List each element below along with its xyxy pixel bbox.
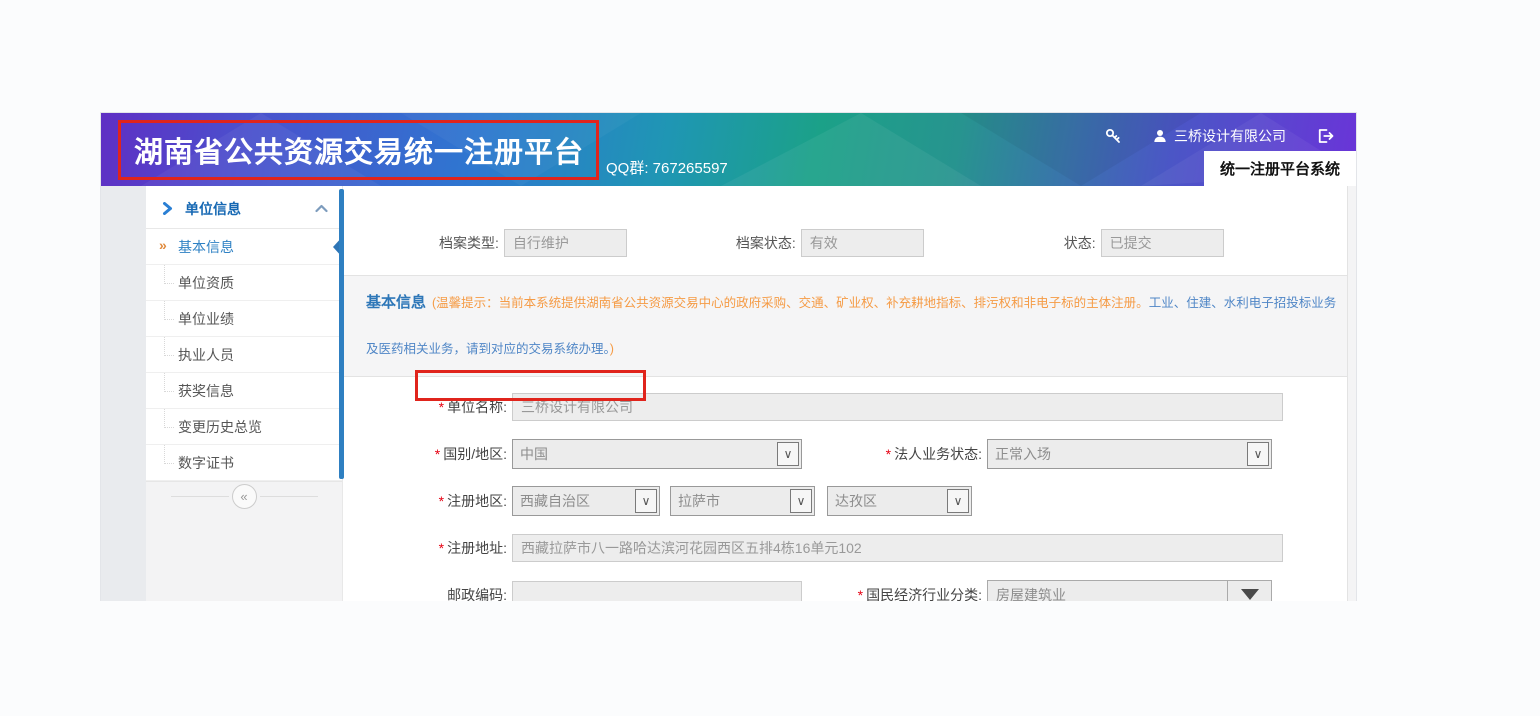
left-gutter [101,186,146,601]
sidebar-item-awards[interactable]: 获奖信息 [146,373,342,409]
chevron-down-icon: ∨ [947,489,969,513]
industry-label: 国民经济行业分类: [866,587,982,602]
unit-name-row: *单位名称: 三桥设计有限公司 [343,383,1356,430]
user-account-chip[interactable]: 三桥设计有限公司 [1152,126,1286,146]
chevron-down-icon: ∨ [777,442,799,466]
registered-address-label: 注册地址: [447,540,507,556]
archive-status-value: 有效 [801,229,924,257]
country-select[interactable]: 中国 ∨ [512,439,802,469]
sidebar-group-unit-info[interactable]: 单位信息 [146,189,342,229]
legal-status-label: 法人业务状态: [894,446,982,462]
sidebar: 单位信息 » 基本信息 单位资质 单位业绩 执业人员 [146,186,342,601]
chevron-down-icon: ∨ [635,489,657,513]
required-asterisk: * [439,493,444,509]
basic-info-form: *单位名称: 三桥设计有限公司 *国别/地区: 中国 ∨ *法人业务状态: 正常… [343,377,1356,601]
archive-status-label: 档案状态: [736,229,796,257]
archive-type-label: 档案类型: [439,229,499,257]
notice-text-orange: (温馨提示：当前本系统提供湖南省公共资源交易中心的政府采购、交通、矿业权、补充耕… [432,296,1149,310]
sidebar-item-change-history[interactable]: 变更历史总览 [146,409,342,445]
required-asterisk: * [858,587,863,602]
sidebar-item-label: 变更历史总览 [178,417,262,437]
sidebar-item-label: 单位业绩 [178,309,234,329]
required-asterisk: * [439,540,444,556]
logout-icon[interactable] [1316,127,1334,145]
content-scrollbar[interactable] [1347,186,1356,601]
required-asterisk: * [435,446,440,462]
registered-area-label: 注册地区: [447,493,507,509]
sidebar-item-basic-info[interactable]: » 基本信息 [146,229,342,265]
province-select[interactable]: 西藏自治区 ∨ [512,486,660,516]
industry-select[interactable]: 房屋建筑业 [987,580,1272,602]
sidebar-group-title: 单位信息 [185,199,241,219]
sidebar-item-label: 执业人员 [178,345,234,365]
required-asterisk: * [439,399,444,415]
sidebar-item-label: 获奖信息 [178,381,234,401]
page-title: 湖南省公共资源交易统一注册平台 [134,129,584,171]
sidebar-item-label: 单位资质 [178,273,234,293]
sidebar-item-unit-performance[interactable]: 单位业绩 [146,301,342,337]
chevron-up-icon[interactable] [315,204,328,213]
sidebar-menu: » 基本信息 单位资质 单位业绩 执业人员 获奖信息 变更历史总览 [146,229,342,481]
qq-group-label: QQ群: 767265597 [606,157,728,178]
sidebar-scrollbar[interactable] [339,189,344,479]
archive-type-value: 自行维护 [504,229,627,257]
chevron-right-icon [162,202,173,215]
legal-status-select[interactable]: 正常入场 ∨ [987,439,1272,469]
user-icon [1152,128,1168,144]
status-value: 已提交 [1101,229,1224,257]
postal-code-input[interactable] [512,581,802,602]
archive-meta-row: 档案类型: 自行维护 档案状态: 有效 状态: 已提交 [343,186,1356,275]
sidebar-item-label: 数字证书 [178,453,234,473]
district-select[interactable]: 达孜区 ∨ [827,486,972,516]
sidebar-item-unit-qualification[interactable]: 单位资质 [146,265,342,301]
notice-close-paren: ) [610,342,614,356]
unit-name-input[interactable]: 三桥设计有限公司 [512,393,1283,421]
status-label: 状态: [1064,229,1096,257]
city-select[interactable]: 拉萨市 ∨ [670,486,815,516]
postal-code-label: 邮政编码: [447,587,507,602]
dropdown-button[interactable] [1227,581,1271,602]
header-actions: 三桥设计有限公司 [1104,126,1334,146]
section-title: 基本信息 [366,294,426,311]
app-body: 单位信息 » 基本信息 单位资质 单位业绩 执业人员 [101,186,1356,601]
main-content: 档案类型: 自行维护 档案状态: 有效 状态: 已提交 基本信息 (温馨提示：当前… [342,186,1356,601]
country-row: *国别/地区: 中国 ∨ *法人业务状态: 正常入场 ∨ [343,430,1356,477]
collapse-icon[interactable]: « [232,484,257,509]
triangle-down-icon [1241,589,1259,600]
chevron-down-icon: ∨ [1247,442,1269,466]
sidebar-empty-area [146,511,342,601]
postal-code-row: 邮政编码: *国民经济行业分类: 房屋建筑业 [343,571,1356,601]
title-annotation-box: 湖南省公共资源交易统一注册平台 [118,120,599,180]
sidebar-item-practitioners[interactable]: 执业人员 [146,337,342,373]
sidebar-item-label: 基本信息 [178,237,234,257]
logged-in-company-name: 三桥设计有限公司 [1174,126,1286,146]
registered-address-row: *注册地址: 西藏拉萨市八一路哈达滨河花园西区五排4栋16单元102 [343,524,1356,571]
chevron-down-icon: ∨ [790,489,812,513]
sidebar-collapse-bar[interactable]: « [146,481,342,511]
country-label: 国别/地区: [443,446,507,462]
registered-area-row: *注册地区: 西藏自治区 ∨ 拉萨市 ∨ 达孜区 ∨ [343,477,1356,524]
unit-name-label: 单位名称: [447,399,507,415]
app-window: 湖南省公共资源交易统一注册平台 QQ群: 767265597 三桥设计有限公司 … [100,112,1357,601]
section-header: 基本信息 (温馨提示：当前本系统提供湖南省公共资源交易中心的政府采购、交通、矿业权… [343,275,1356,377]
double-arrow-icon: » [159,237,167,253]
registered-address-input[interactable]: 西藏拉萨市八一路哈达滨河花园西区五排4栋16单元102 [512,534,1283,562]
key-icon[interactable] [1104,127,1122,145]
required-asterisk: * [886,446,891,462]
sidebar-item-digital-certificate[interactable]: 数字证书 [146,445,342,481]
app-header: 湖南省公共资源交易统一注册平台 QQ群: 767265597 三桥设计有限公司 … [101,113,1356,186]
system-tab[interactable]: 统一注册平台系统 [1204,151,1356,186]
